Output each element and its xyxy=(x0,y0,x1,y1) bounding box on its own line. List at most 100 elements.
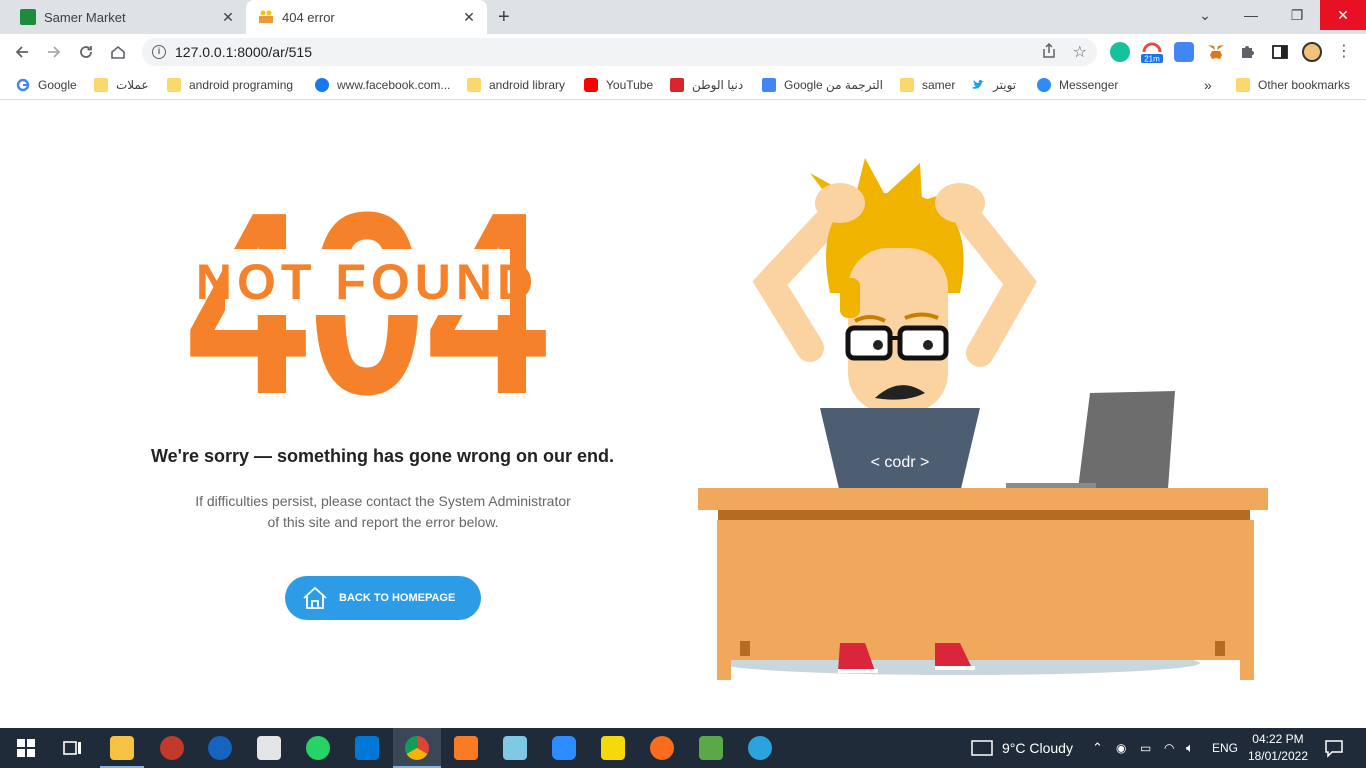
timer-extension-icon[interactable]: 21m xyxy=(1140,42,1164,64)
grammarly-icon[interactable] xyxy=(1110,42,1130,62)
star-icon[interactable]: ☆ xyxy=(1073,42,1087,62)
bookmark-label: Messenger xyxy=(1059,78,1119,92)
bookmarks-overflow-button[interactable]: » xyxy=(1204,76,1212,94)
home-icon[interactable] xyxy=(106,40,130,64)
tab-strip: Samer Market ✕ 404 error ✕ + ⌄ — ❐ ✕ xyxy=(0,0,1366,34)
show-hidden-icons[interactable]: ⌃ xyxy=(1092,728,1103,768)
postman-icon[interactable] xyxy=(650,736,674,760)
page-content: 404 NOT FOUND We're sorry — something ha… xyxy=(0,101,1366,728)
microsoft-store-icon[interactable] xyxy=(257,736,281,760)
clock-date: 18/01/2022 xyxy=(1247,749,1308,763)
xampp-icon[interactable] xyxy=(454,736,478,760)
bookmark-messenger[interactable]: Messenger xyxy=(1037,76,1118,94)
close-tab-icon[interactable]: ✕ xyxy=(459,9,479,26)
bookmark-label: Google الترجمة من xyxy=(784,78,883,92)
notes-app-icon[interactable] xyxy=(503,736,527,760)
menu-icon[interactable]: ⋮ xyxy=(1334,42,1354,62)
paint-app-icon[interactable] xyxy=(160,736,184,760)
samer-market-favicon xyxy=(20,9,36,25)
reload-icon[interactable] xyxy=(74,40,98,64)
sticky-notes-icon[interactable] xyxy=(601,736,625,760)
clock[interactable]: 04:22 PM 18/01/2022 xyxy=(1248,731,1308,765)
url-text: 127.0.0.1:8000/ar/515 xyxy=(175,44,313,60)
bookmark-google-translate[interactable]: Google الترجمة من xyxy=(762,76,883,94)
browser-toolbar: i 127.0.0.1:8000/ar/515 ☆ 21m ⋮ xyxy=(0,34,1366,70)
folder-icon xyxy=(167,78,181,92)
folder-icon xyxy=(94,78,108,92)
youtube-icon xyxy=(584,78,598,92)
restore-button[interactable]: ❐ xyxy=(1274,0,1320,30)
error-description-line: If difficulties persist, please contact … xyxy=(195,493,571,509)
share-icon[interactable] xyxy=(1041,42,1057,62)
notifications-icon[interactable] xyxy=(1322,736,1346,760)
meet-now-icon[interactable]: ◉ xyxy=(1116,728,1126,768)
bookmark-youtube[interactable]: YouTube xyxy=(584,76,653,94)
word-app-icon[interactable] xyxy=(208,736,232,760)
profile-avatar[interactable] xyxy=(1302,42,1322,62)
bookmark-folder-android-programing[interactable]: android programing xyxy=(167,76,293,94)
forward-icon[interactable] xyxy=(42,40,66,64)
address-bar[interactable]: i 127.0.0.1:8000/ar/515 ☆ xyxy=(142,38,1097,66)
extensions-puzzle-icon[interactable] xyxy=(1238,42,1258,62)
bookmark-label: samer xyxy=(922,78,956,92)
app-icon[interactable] xyxy=(699,736,723,760)
facebook-icon xyxy=(315,78,329,92)
vscode-icon[interactable] xyxy=(355,736,379,760)
other-bookmarks-folder[interactable]: Other bookmarks xyxy=(1236,76,1350,94)
metamask-icon[interactable] xyxy=(1206,42,1226,62)
error-message-heading: We're sorry — something has gone wrong o… xyxy=(151,446,614,466)
close-window-button[interactable]: ✕ xyxy=(1320,0,1366,30)
chrome-icon[interactable] xyxy=(405,736,429,760)
weather-text: 9°C Cloudy xyxy=(1002,740,1073,756)
tab-title: 404 error xyxy=(282,9,335,25)
weather-widget[interactable]: 9°C Cloudy xyxy=(970,728,1073,768)
file-explorer-icon[interactable] xyxy=(110,736,134,760)
twitter-icon xyxy=(971,78,985,92)
weather-icon xyxy=(971,740,993,756)
tab-title: Samer Market xyxy=(44,9,126,25)
translate-extension-icon[interactable] xyxy=(1174,42,1194,62)
wifi-icon[interactable]: ◠ xyxy=(1164,728,1174,768)
bookmark-donia-alwatan[interactable]: دنيا الوطن xyxy=(670,76,743,94)
messenger-icon xyxy=(1037,78,1051,92)
bookmark-label: YouTube xyxy=(606,78,654,92)
minimize-button[interactable]: — xyxy=(1228,0,1274,30)
404-graphic: 404 NOT FOUND xyxy=(187,187,548,397)
bookmark-label: android library xyxy=(489,78,566,92)
tab-search-button[interactable]: ⌄ xyxy=(1182,0,1228,30)
bookmark-twitter[interactable]: تويتر xyxy=(971,76,1016,94)
folder-icon xyxy=(467,78,481,92)
bookmark-folder-android-library[interactable]: android library xyxy=(467,76,565,94)
bookmark-folder-currencies[interactable]: عملات xyxy=(94,76,149,94)
frustrated-coder-illustration: < codr > xyxy=(698,158,1268,680)
new-tab-button[interactable]: + xyxy=(498,6,510,29)
close-tab-icon[interactable]: ✕ xyxy=(218,9,238,26)
tab-404-error[interactable]: 404 error ✕ xyxy=(246,0,487,34)
windows-start-icon[interactable] xyxy=(14,736,38,760)
bookmark-label: Google xyxy=(38,78,77,92)
battery-icon[interactable]: ▭ xyxy=(1140,728,1151,768)
bookmark-facebook[interactable]: www.facebook.com... xyxy=(315,76,450,94)
task-view-icon[interactable] xyxy=(60,736,84,760)
volume-icon[interactable]: 🔈︎ xyxy=(1186,728,1194,768)
bookmark-label: دنيا الوطن xyxy=(692,78,744,92)
bookmark-label: تويتر xyxy=(993,78,1017,92)
google-icon xyxy=(16,78,30,92)
back-icon[interactable] xyxy=(10,40,34,64)
timer-badge: 21m xyxy=(1144,55,1160,64)
back-to-homepage-button[interactable]: BACK TO HOMEPAGE xyxy=(285,576,481,620)
bookmark-label: www.facebook.com... xyxy=(337,78,451,92)
telegram-icon[interactable] xyxy=(748,736,772,760)
bookmark-label: عملات xyxy=(116,78,149,92)
whatsapp-icon[interactable] xyxy=(306,736,330,760)
side-panel-icon[interactable] xyxy=(1270,42,1290,62)
bookmarks-bar: Google عملات android programing www.face… xyxy=(0,70,1366,100)
zoom-icon[interactable] xyxy=(552,736,576,760)
error-description: If difficulties persist, please contact … xyxy=(150,491,616,533)
bookmark-label: android programing xyxy=(189,78,294,92)
language-indicator[interactable]: ENG xyxy=(1212,728,1238,768)
bookmark-folder-samer[interactable]: samer xyxy=(900,76,955,94)
bookmark-google[interactable]: Google xyxy=(16,76,77,94)
site-info-icon[interactable]: i xyxy=(152,45,166,59)
tab-samer-market[interactable]: Samer Market ✕ xyxy=(8,0,246,34)
